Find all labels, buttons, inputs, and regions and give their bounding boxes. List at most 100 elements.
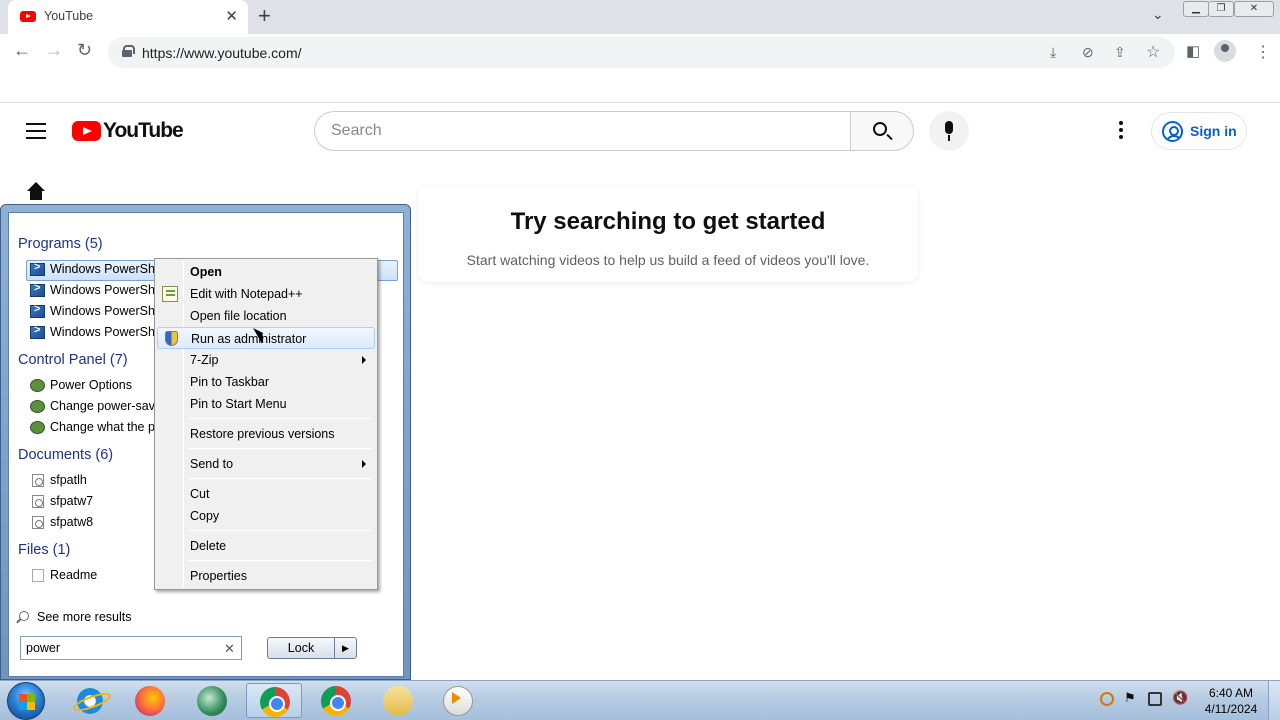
menu-item-open-file-location[interactable]: Open file location bbox=[157, 305, 375, 327]
menu-item-label: Properties bbox=[190, 569, 247, 583]
menu-item-label: Send to bbox=[190, 457, 234, 471]
menu-separator bbox=[187, 530, 373, 531]
restore-button[interactable]: ❐ bbox=[1208, 1, 1234, 17]
taskbar-chrome[interactable] bbox=[308, 683, 364, 718]
powershell-icon bbox=[30, 324, 45, 339]
menu-item-copy[interactable]: Copy bbox=[157, 505, 375, 527]
settings-more-icon[interactable] bbox=[1110, 119, 1132, 143]
taskbar-internet-explorer[interactable] bbox=[62, 683, 118, 718]
chrome-menu-icon[interactable]: ⋮ bbox=[1255, 42, 1271, 62]
menu-item-cut[interactable]: Cut bbox=[157, 483, 375, 505]
submenu-arrow-icon bbox=[362, 460, 366, 468]
profile-avatar-icon[interactable] bbox=[1214, 40, 1236, 62]
hamburger-menu-icon[interactable] bbox=[26, 123, 46, 139]
menu-item-label: Restore previous versions bbox=[190, 427, 335, 441]
minimize-button[interactable]: ▁ bbox=[1183, 1, 1209, 17]
search-button[interactable] bbox=[850, 111, 914, 151]
uac-shield-icon bbox=[165, 331, 178, 346]
menu-item-open[interactable]: Open bbox=[157, 261, 375, 283]
taskbar-file-explorer[interactable] bbox=[370, 683, 426, 718]
menu-item-7zip[interactable]: 7-Zip bbox=[157, 349, 375, 371]
url-text[interactable]: https://www.youtube.com/ bbox=[142, 45, 302, 61]
search-tray-icon[interactable] bbox=[1100, 692, 1114, 706]
tab-close-icon[interactable]: ✕ bbox=[225, 7, 238, 25]
menu-separator bbox=[187, 448, 373, 449]
prompt-subtitle: Start watching videos to help us build a… bbox=[466, 252, 870, 268]
shutdown-options-arrow-icon[interactable]: ▶ bbox=[335, 637, 357, 659]
reload-icon[interactable]: ↻ bbox=[77, 40, 92, 61]
chrome-icon bbox=[321, 686, 351, 716]
new-tab-button[interactable]: + bbox=[258, 3, 271, 29]
youtube-logo-text[interactable]: YouTube bbox=[103, 119, 184, 143]
lock-icon[interactable] bbox=[122, 45, 135, 57]
menu-item-edit-notepad[interactable]: Edit with Notepad++ bbox=[157, 283, 375, 305]
address-bar[interactable]: https://www.youtube.com/ ⤓ ⊘ ⇪ ☆ bbox=[108, 37, 1175, 68]
share-icon[interactable]: ⇪ bbox=[1114, 44, 1126, 61]
side-panel-icon[interactable]: ◧ bbox=[1186, 42, 1200, 60]
lock-button[interactable]: Lock bbox=[267, 637, 335, 659]
account-circle-icon bbox=[1162, 121, 1183, 142]
menu-item-pin-start[interactable]: Pin to Start Menu bbox=[157, 393, 375, 415]
home-icon[interactable] bbox=[27, 182, 45, 200]
youtube-logo-icon[interactable] bbox=[72, 121, 101, 141]
taskbar-chrome-active[interactable] bbox=[246, 683, 302, 718]
forward-arrow-icon[interactable]: → bbox=[45, 40, 63, 61]
show-desktop-button[interactable] bbox=[1268, 681, 1280, 720]
start-search-input[interactable] bbox=[20, 636, 242, 660]
menu-item-restore-versions[interactable]: Restore previous versions bbox=[157, 423, 375, 445]
result-label: sfpatw7 bbox=[50, 494, 94, 508]
install-app-icon[interactable]: ⤓ bbox=[1050, 44, 1056, 61]
network-icon[interactable] bbox=[1148, 692, 1162, 706]
group-programs[interactable]: Programs (5) bbox=[18, 236, 103, 252]
browser-tab-youtube[interactable]: YouTube ✕ bbox=[8, 0, 248, 34]
menu-item-label: Open bbox=[190, 265, 222, 279]
document-icon bbox=[32, 516, 44, 529]
eye-off-icon[interactable]: ⊘ bbox=[1082, 44, 1094, 61]
document-icon bbox=[32, 495, 44, 508]
group-documents[interactable]: Documents (6) bbox=[18, 447, 113, 463]
group-control-panel[interactable]: Control Panel (7) bbox=[18, 352, 128, 368]
tab-title: YouTube bbox=[44, 9, 94, 23]
sign-in-button[interactable]: Sign in bbox=[1151, 112, 1247, 150]
menu-item-label: Pin to Taskbar bbox=[190, 375, 269, 389]
menu-item-properties[interactable]: Properties bbox=[157, 565, 375, 587]
browser-toolbar: ← → ↻ https://www.youtube.com/ ⤓ ⊘ ⇪ ☆ bbox=[0, 34, 1280, 72]
microphone-stand bbox=[948, 135, 950, 141]
sign-in-label: Sign in bbox=[1190, 123, 1237, 139]
taskbar-firefox[interactable] bbox=[122, 683, 178, 718]
menu-item-send-to[interactable]: Send to bbox=[157, 453, 375, 475]
action-center-flag-icon[interactable]: ⚑ bbox=[1124, 690, 1138, 705]
youtube-favicon-icon bbox=[20, 11, 36, 22]
system-clock[interactable]: 6:40 AM 4/11/2024 bbox=[1196, 685, 1266, 717]
menu-item-label: Run as administrator bbox=[191, 332, 307, 346]
taskbar-media-player[interactable] bbox=[430, 683, 486, 718]
back-arrow-icon[interactable]: ← bbox=[13, 40, 31, 61]
result-label: Power Options bbox=[50, 378, 132, 392]
clock-time: 6:40 AM bbox=[1208, 686, 1254, 700]
window-close-button[interactable]: ✕ bbox=[1234, 1, 1274, 17]
bookmark-star-icon[interactable]: ☆ bbox=[1146, 42, 1160, 62]
clear-search-icon[interactable]: ✕ bbox=[224, 641, 235, 657]
chrome-icon bbox=[260, 687, 290, 717]
menu-item-pin-taskbar[interactable]: Pin to Taskbar bbox=[157, 371, 375, 393]
control-panel-icon bbox=[30, 379, 45, 392]
voice-search-button[interactable] bbox=[929, 111, 969, 151]
volume-muted-icon[interactable]: 🔇 bbox=[1172, 690, 1188, 705]
submenu-arrow-icon bbox=[362, 356, 366, 364]
group-files[interactable]: Files (1) bbox=[18, 542, 70, 558]
menu-item-label: Pin to Start Menu bbox=[190, 397, 287, 411]
page-divider bbox=[0, 102, 1280, 103]
menu-item-label: 7-Zip bbox=[190, 353, 219, 367]
windows-logo-icon bbox=[19, 694, 35, 710]
result-label: Change what the po bbox=[50, 420, 162, 434]
result-label: Windows PowerShe bbox=[50, 325, 162, 339]
taskbar-green-app[interactable] bbox=[184, 683, 240, 718]
start-button[interactable] bbox=[7, 682, 45, 720]
search-input[interactable] bbox=[314, 111, 851, 151]
result-label: Windows PowerShe bbox=[50, 304, 162, 318]
clock-date: 4/11/2024 bbox=[1204, 702, 1258, 716]
globe-app-icon bbox=[197, 686, 227, 716]
menu-item-delete[interactable]: Delete bbox=[157, 535, 375, 557]
document-icon bbox=[32, 474, 44, 487]
tab-search-chevron-icon[interactable]: ⌄ bbox=[1152, 6, 1164, 23]
